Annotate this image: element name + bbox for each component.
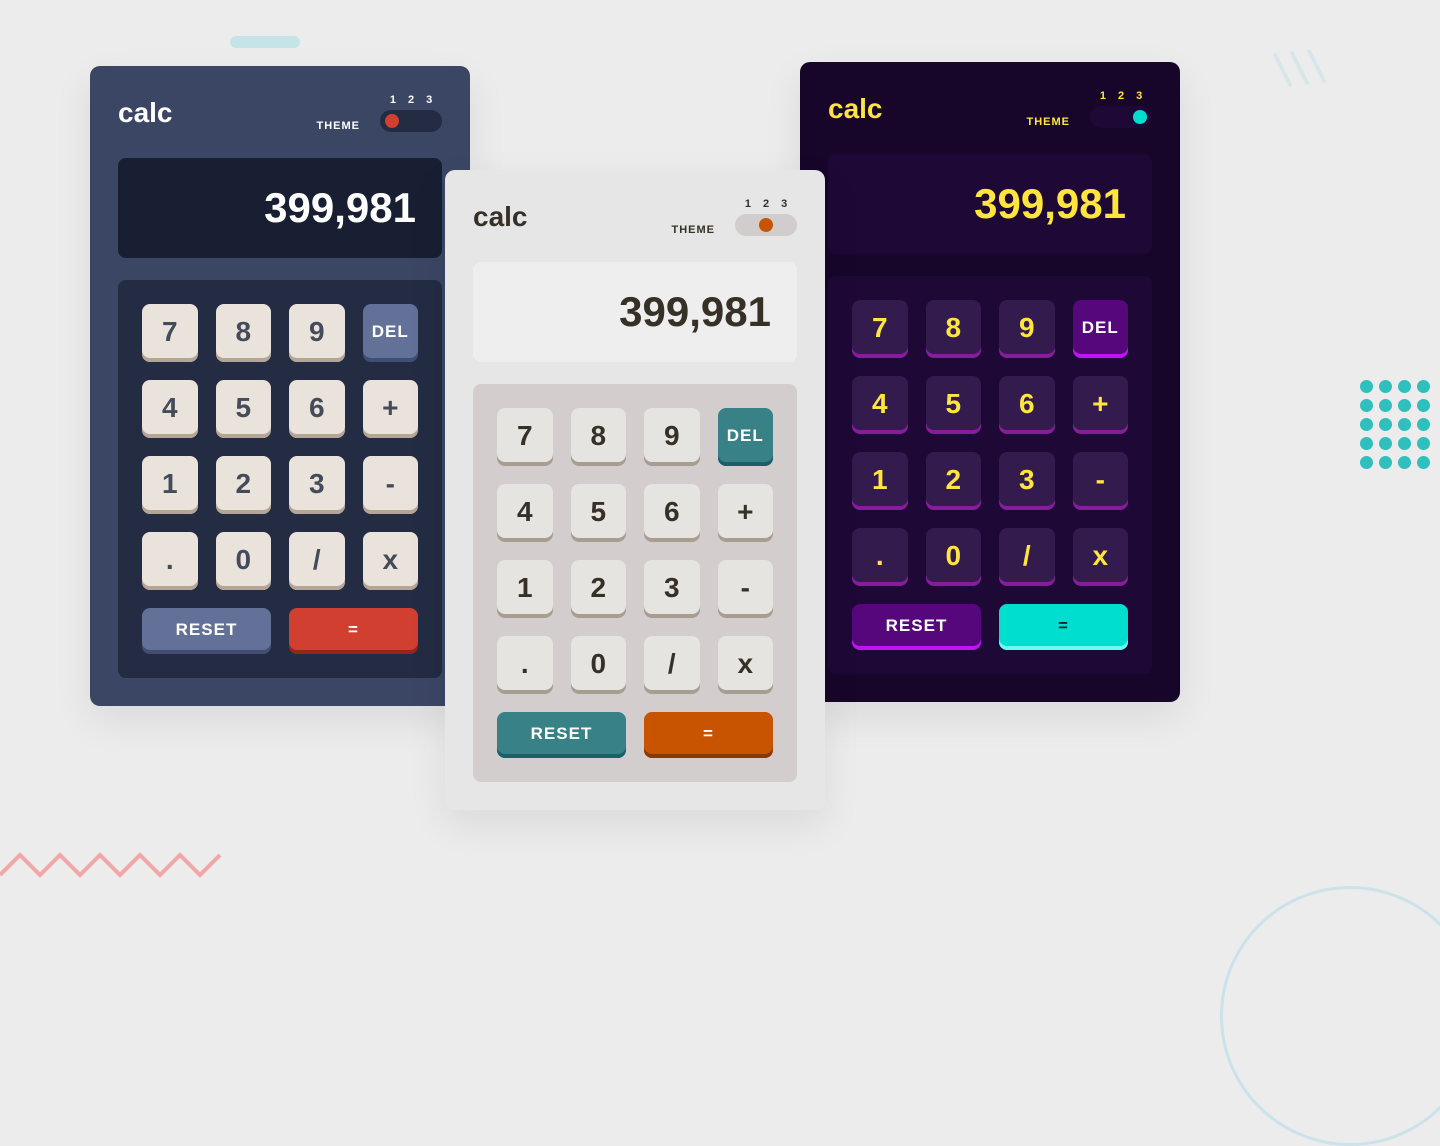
theme-label: THEME <box>672 224 716 236</box>
decoration-bar <box>230 36 300 48</box>
keypad: 7 8 9 DEL 4 5 6 + 1 2 3 - . 0 / x RESET … <box>828 276 1152 674</box>
theme-option-1[interactable]: 1 <box>745 198 751 210</box>
key-dot[interactable]: . <box>142 532 198 590</box>
calculator-theme-2: calc THEME 1 2 3 399,981 7 8 9 DEL 4 5 6… <box>445 170 825 810</box>
key-3[interactable]: 3 <box>644 560 700 618</box>
key-6[interactable]: 6 <box>999 376 1055 434</box>
logo: calc <box>118 97 173 129</box>
key-9[interactable]: 9 <box>289 304 345 362</box>
key-8[interactable]: 8 <box>216 304 272 362</box>
key-divide[interactable]: / <box>644 636 700 694</box>
key-6[interactable]: 6 <box>644 484 700 542</box>
key-delete[interactable]: DEL <box>718 408 774 466</box>
theme-toggle-dot <box>759 218 773 232</box>
calculator-display: 399,981 <box>118 158 442 258</box>
key-0[interactable]: 0 <box>216 532 272 590</box>
theme-toggle-track[interactable] <box>1090 106 1152 128</box>
key-3[interactable]: 3 <box>289 456 345 514</box>
theme-option-3[interactable]: 3 <box>426 94 432 106</box>
theme-label: THEME <box>1027 116 1071 128</box>
theme-switcher: THEME 1 2 3 <box>317 94 443 132</box>
key-equals[interactable]: = <box>644 712 773 758</box>
key-plus[interactable]: + <box>363 380 419 438</box>
key-6[interactable]: 6 <box>289 380 345 438</box>
decoration-zigzag <box>0 850 240 880</box>
key-delete[interactable]: DEL <box>363 304 419 362</box>
decoration-circle <box>1220 886 1440 1146</box>
keypad: 7 8 9 DEL 4 5 6 + 1 2 3 - . 0 / x RESET … <box>473 384 797 782</box>
theme-options: 1 2 3 <box>384 94 438 110</box>
theme-label: THEME <box>317 120 361 132</box>
theme-option-3[interactable]: 3 <box>1136 90 1142 102</box>
key-9[interactable]: 9 <box>999 300 1055 358</box>
key-equals[interactable]: = <box>289 608 418 654</box>
theme-option-1[interactable]: 1 <box>390 94 396 106</box>
calculator-theme-1: calc THEME 1 2 3 399,981 7 8 9 DEL 4 5 6… <box>90 66 470 706</box>
key-minus[interactable]: - <box>1073 452 1129 510</box>
key-reset[interactable]: RESET <box>142 608 271 654</box>
theme-switcher: THEME 1 2 3 <box>672 198 798 236</box>
calculator-display: 399,981 <box>828 154 1152 254</box>
key-4[interactable]: 4 <box>852 376 908 434</box>
key-0[interactable]: 0 <box>926 528 982 586</box>
theme-option-2[interactable]: 2 <box>408 94 414 106</box>
theme-switcher: THEME 1 2 3 <box>1027 90 1153 128</box>
key-5[interactable]: 5 <box>216 380 272 438</box>
theme-toggle-track[interactable] <box>735 214 797 236</box>
key-delete[interactable]: DEL <box>1073 300 1129 358</box>
key-reset[interactable]: RESET <box>497 712 626 758</box>
theme-toggle-dot <box>1133 110 1147 124</box>
key-minus[interactable]: - <box>363 456 419 514</box>
theme-option-1[interactable]: 1 <box>1100 90 1106 102</box>
key-3[interactable]: 3 <box>999 452 1055 510</box>
decoration-stroke <box>1270 50 1330 90</box>
theme-option-2[interactable]: 2 <box>1118 90 1124 102</box>
key-plus[interactable]: + <box>1073 376 1129 434</box>
calculator-display: 399,981 <box>473 262 797 362</box>
key-7[interactable]: 7 <box>497 408 553 466</box>
key-2[interactable]: 2 <box>926 452 982 510</box>
key-1[interactable]: 1 <box>852 452 908 510</box>
logo: calc <box>473 201 528 233</box>
key-2[interactable]: 2 <box>216 456 272 514</box>
key-dot[interactable]: . <box>852 528 908 586</box>
key-7[interactable]: 7 <box>142 304 198 362</box>
theme-option-2[interactable]: 2 <box>763 198 769 210</box>
keypad: 7 8 9 DEL 4 5 6 + 1 2 3 - . 0 / x RESET … <box>118 280 442 678</box>
key-plus[interactable]: + <box>718 484 774 542</box>
key-5[interactable]: 5 <box>926 376 982 434</box>
key-multiply[interactable]: x <box>363 532 419 590</box>
key-2[interactable]: 2 <box>571 560 627 618</box>
key-1[interactable]: 1 <box>142 456 198 514</box>
key-reset[interactable]: RESET <box>852 604 981 650</box>
key-1[interactable]: 1 <box>497 560 553 618</box>
theme-options: 1 2 3 <box>739 198 793 214</box>
key-9[interactable]: 9 <box>644 408 700 466</box>
decoration-dots <box>1360 380 1430 469</box>
key-minus[interactable]: - <box>718 560 774 618</box>
theme-toggle-track[interactable] <box>380 110 442 132</box>
key-8[interactable]: 8 <box>926 300 982 358</box>
key-4[interactable]: 4 <box>497 484 553 542</box>
key-4[interactable]: 4 <box>142 380 198 438</box>
key-8[interactable]: 8 <box>571 408 627 466</box>
key-equals[interactable]: = <box>999 604 1128 650</box>
key-dot[interactable]: . <box>497 636 553 694</box>
key-multiply[interactable]: x <box>718 636 774 694</box>
theme-option-3[interactable]: 3 <box>781 198 787 210</box>
theme-toggle-dot <box>385 114 399 128</box>
key-0[interactable]: 0 <box>571 636 627 694</box>
key-7[interactable]: 7 <box>852 300 908 358</box>
key-divide[interactable]: / <box>999 528 1055 586</box>
theme-options: 1 2 3 <box>1094 90 1148 106</box>
key-multiply[interactable]: x <box>1073 528 1129 586</box>
calculator-theme-3: calc THEME 1 2 3 399,981 7 8 9 DEL 4 5 6… <box>800 62 1180 702</box>
key-5[interactable]: 5 <box>571 484 627 542</box>
logo: calc <box>828 93 883 125</box>
key-divide[interactable]: / <box>289 532 345 590</box>
